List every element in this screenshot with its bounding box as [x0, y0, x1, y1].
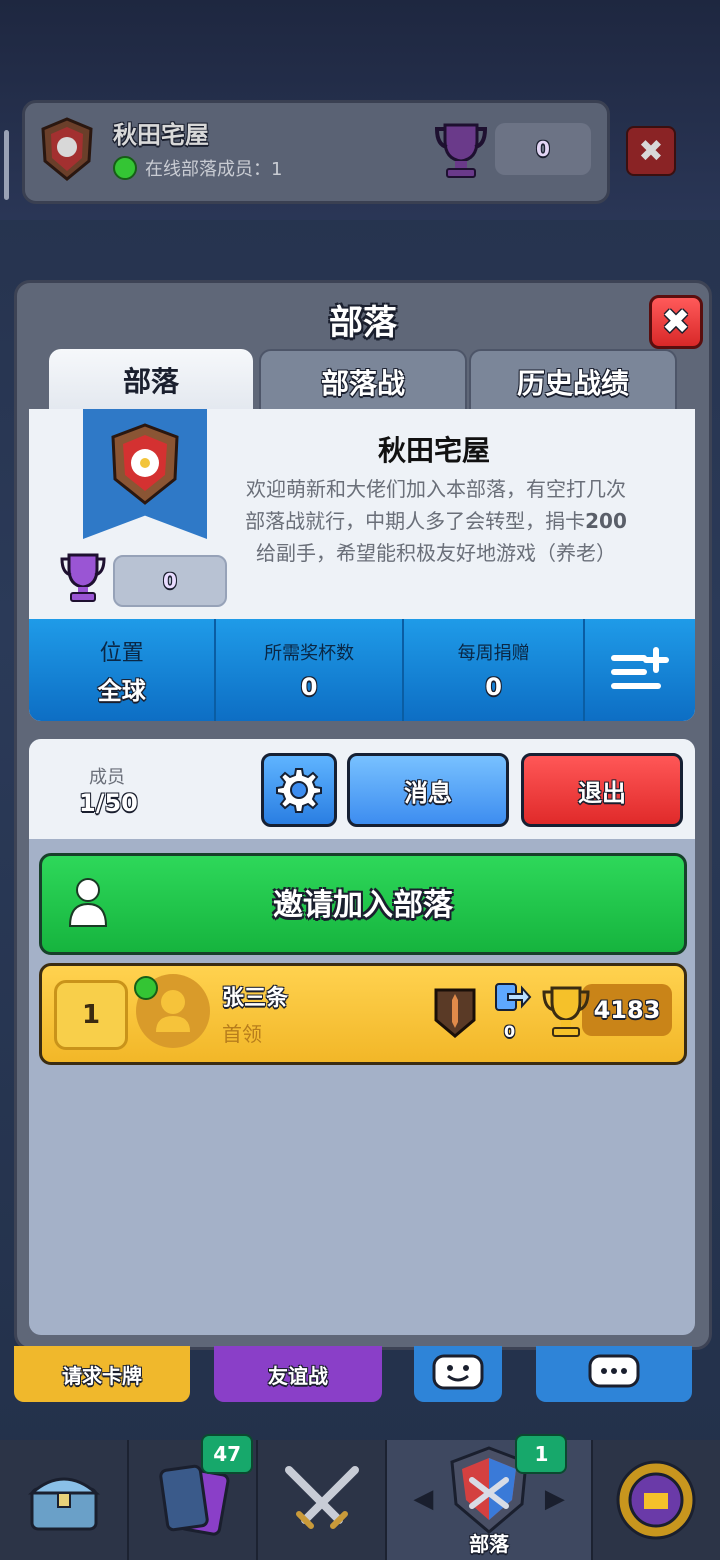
chest-icon	[27, 1477, 100, 1531]
background-clan-bar: 秋田宅屋 在线部落成员：1 0	[22, 100, 610, 204]
nav-right-arrow-icon[interactable]: ▶	[545, 1484, 565, 1514]
stat-required-trophies-value: 0	[300, 673, 318, 701]
exit-button[interactable]: 退出	[521, 753, 683, 827]
friendly-battle-button: 友谊战	[214, 1346, 382, 1402]
request-cards-label: 请求卡牌	[62, 1363, 142, 1388]
clan-description-part1: 欢迎萌新和大佬们加入本部落，有空打几次部落战就行，中期人多了会转型，捐卡	[245, 477, 626, 533]
nav-events[interactable]	[593, 1440, 720, 1560]
background-close-icon: ✖	[626, 126, 676, 176]
clan-shield-icon	[41, 117, 93, 181]
clan-trophy-count: 0	[113, 555, 227, 607]
more-info-button[interactable]	[585, 619, 695, 721]
stat-weekly-donations-value: 0	[485, 673, 502, 701]
nav-battle[interactable]	[258, 1440, 388, 1560]
bottom-nav: 47 ◀ ▶ 1 部落	[0, 1434, 720, 1560]
scroll-edge	[4, 130, 9, 200]
nav-cards[interactable]: 47	[129, 1434, 259, 1560]
stat-required-trophies-label: 所需奖杯数	[264, 643, 355, 664]
clan-info-card: 0 秋田宅屋 欢迎萌新和大佬们加入本部落，有空打几次部落战就行，中期人多了会转型…	[29, 409, 695, 721]
smile-icon	[432, 1354, 484, 1390]
tab-war-history[interactable]: 历史战绩	[469, 349, 677, 415]
stat-location: 位置 全球	[29, 619, 217, 721]
clan-stats-bar: 位置 全球 所需奖杯数 0 每周捐赠 0	[29, 619, 695, 721]
stat-required-trophies: 所需奖杯数 0	[216, 619, 404, 721]
crossed-swords-icon	[284, 1466, 359, 1529]
stat-location-label: 位置	[99, 640, 144, 666]
modal-title: 部落	[329, 303, 397, 343]
clan-description: 欢迎萌新和大佬们加入本部落，有空打几次部落战就行，中期人多了会转型，捐卡200 给…	[241, 473, 631, 569]
close-button[interactable]: ✖	[649, 295, 703, 349]
member-trophies: 4183	[582, 984, 672, 1036]
online-dot-icon	[134, 976, 158, 1000]
background-online-status: 在线部落成员：1	[113, 155, 282, 181]
online-count-label: 在线部落成员：1	[145, 159, 283, 180]
clan-badge-count: 1	[515, 1434, 568, 1474]
invite-button[interactable]: 邀请加入部落	[39, 853, 687, 955]
nav-clan-label: 部落	[469, 1532, 510, 1556]
nav-left-arrow-icon[interactable]: ◀	[413, 1484, 433, 1514]
stat-weekly-donations-label: 每周捐赠	[457, 643, 530, 664]
clan-trophy-icon	[60, 553, 106, 602]
clan-badge-icon	[111, 423, 179, 505]
members-header: 成员 1/50 消息 退出	[29, 739, 695, 839]
chat-icon	[588, 1354, 640, 1388]
member-name: 张三条	[222, 986, 289, 1011]
gear-icon	[276, 768, 322, 813]
tab-clan[interactable]: 部落	[49, 349, 253, 411]
members-label: 成员	[89, 767, 125, 788]
settings-button[interactable]	[261, 753, 337, 827]
members-count: 1/50	[79, 789, 138, 817]
online-dot-icon	[113, 156, 137, 180]
members-card: 成员 1/50 消息 退出 邀请加入部落 1 张三条 首领 0 4183	[29, 739, 695, 1335]
member-role: 首领	[222, 1022, 262, 1046]
clan-description-bold: 200	[585, 509, 627, 533]
chat-button	[536, 1346, 692, 1402]
messages-button[interactable]: 消息	[347, 753, 509, 827]
stat-weekly-donations: 每周捐赠 0	[404, 619, 586, 721]
nav-clan[interactable]: ◀ ▶ 1 部落	[387, 1434, 593, 1560]
cards-badge: 47	[201, 1434, 254, 1474]
request-cards-button: 请求卡牌	[14, 1346, 190, 1402]
invite-label: 邀请加入部落	[273, 888, 453, 923]
nav-shop[interactable]	[0, 1440, 130, 1560]
clan-modal: 部落 ✖ 部落 部落战 历史战绩 0 秋田宅屋 欢迎萌新和大佬们加入本部落，有空…	[14, 280, 712, 1350]
member-row[interactable]: 1 张三条 首领 0 4183	[39, 963, 687, 1065]
emote-button	[414, 1346, 502, 1402]
trophy-icon	[434, 123, 488, 178]
list-add-icon	[611, 647, 670, 689]
card-donation-icon	[495, 983, 532, 1011]
background-clan-name: 秋田宅屋	[113, 121, 209, 149]
member-rank: 1	[54, 980, 128, 1050]
stat-location-value: 全球	[97, 676, 146, 705]
clan-description-part2: 给副手，希望能积极友好地游戏（养老）	[256, 541, 616, 565]
background-trophy-count: 0	[495, 123, 591, 175]
league-icon	[434, 988, 476, 1038]
tab-clan-war[interactable]: 部落战	[259, 349, 467, 415]
friendly-battle-label: 友谊战	[268, 1363, 328, 1388]
trophy-icon	[542, 986, 590, 1037]
member-donations: 0	[504, 1022, 516, 1041]
laurel-badge-icon	[616, 1460, 696, 1540]
clan-name: 秋田宅屋	[377, 434, 490, 467]
